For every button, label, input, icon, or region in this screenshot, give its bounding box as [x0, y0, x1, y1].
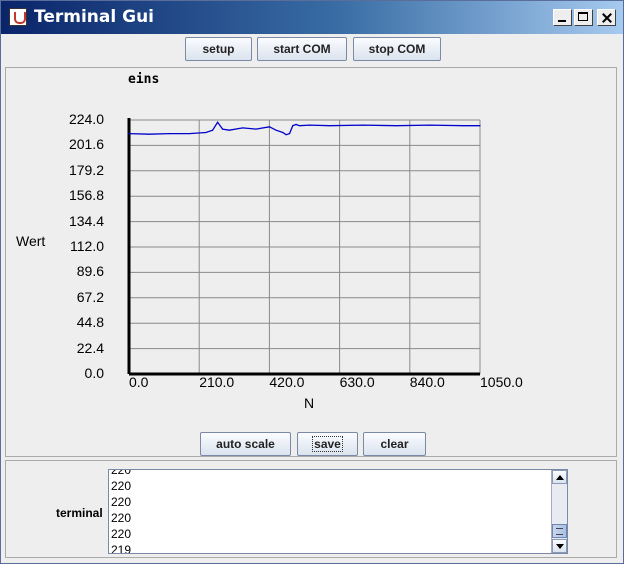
data-point — [462, 125, 464, 127]
x-tick-label: 630.0 — [339, 374, 375, 390]
x-tick-label: 0.0 — [129, 374, 149, 390]
java-app-icon — [9, 8, 27, 26]
data-point — [429, 124, 431, 126]
scroll-up-arrow-icon[interactable] — [552, 470, 567, 484]
data-point — [148, 133, 150, 135]
data-point — [395, 125, 398, 127]
terminal-label: terminal — [56, 506, 103, 520]
x-tick-label: 840.0 — [409, 374, 445, 390]
terminal-line-partial: 220 — [111, 469, 132, 477]
stop-com-button[interactable]: stop COM — [353, 37, 441, 61]
y-tick-label: 134.4 — [68, 212, 104, 229]
chart-title: eins — [128, 72, 160, 87]
terminal-output[interactable]: 220 220220220220219220 — [108, 469, 568, 554]
window-title: Terminal Gui — [34, 7, 154, 27]
data-point — [255, 128, 257, 130]
x-tick-label: 1050.0 — [480, 374, 523, 390]
data-point — [205, 131, 207, 134]
data-point — [479, 125, 481, 127]
data-point — [292, 125, 294, 127]
terminal-scrollbar[interactable] — [551, 470, 567, 553]
y-axis-label: Wert — [16, 233, 46, 249]
x-tick-label: 210.0 — [199, 374, 235, 390]
setup-button[interactable]: setup — [185, 37, 252, 61]
y-tick-label: 67.2 — [76, 288, 104, 305]
terminal-line: 220 — [111, 495, 132, 509]
data-point — [308, 124, 311, 126]
y-tick-label: 0.0 — [84, 365, 104, 381]
save-button[interactable]: save — [297, 432, 358, 456]
y-tick-label: 89.6 — [76, 263, 104, 280]
start-com-button[interactable]: start COM — [257, 37, 347, 61]
y-tick-label: 156.8 — [68, 187, 104, 204]
data-point — [168, 133, 170, 135]
maximize-button[interactable] — [574, 9, 593, 26]
terminal-line: 220 — [111, 511, 132, 525]
y-tick-label: 44.8 — [76, 314, 104, 331]
scroll-down-arrow-icon[interactable] — [552, 539, 567, 553]
data-point — [285, 134, 287, 136]
terminal-line: 220 — [111, 479, 132, 493]
data-point — [295, 123, 297, 126]
data-point — [211, 129, 214, 131]
y-tick-label: 224.0 — [68, 111, 104, 127]
data-point — [222, 128, 224, 130]
y-tick-label: 112.0 — [70, 238, 104, 254]
data-point — [188, 133, 190, 135]
data-point — [268, 126, 270, 128]
data-point — [275, 129, 277, 131]
x-axis-label: N — [304, 395, 315, 411]
data-point — [216, 121, 219, 123]
data-point — [288, 133, 291, 135]
data-point — [242, 127, 244, 129]
title-bar[interactable]: Terminal Gui — [1, 1, 623, 34]
minimize-button[interactable] — [553, 9, 572, 26]
scroll-thumb[interactable] — [552, 524, 567, 538]
line-chart — [127, 118, 481, 376]
data-point — [328, 125, 331, 127]
terminal-line: 220 — [111, 527, 132, 541]
close-button[interactable] — [597, 9, 616, 26]
clear-button[interactable]: clear — [363, 432, 426, 456]
auto-scale-button[interactable]: auto scale — [200, 432, 291, 456]
data-point — [362, 124, 364, 126]
y-tick-label: 179.2 — [68, 161, 104, 178]
y-tick-label: 22.4 — [76, 339, 104, 356]
x-tick-label: 420.0 — [269, 374, 305, 390]
data-point — [128, 133, 130, 135]
y-tick-label: 201.6 — [68, 136, 104, 153]
data-point — [282, 131, 284, 134]
terminal-line: 219 — [111, 543, 132, 554]
data-point — [228, 129, 230, 131]
data-point — [298, 125, 301, 127]
